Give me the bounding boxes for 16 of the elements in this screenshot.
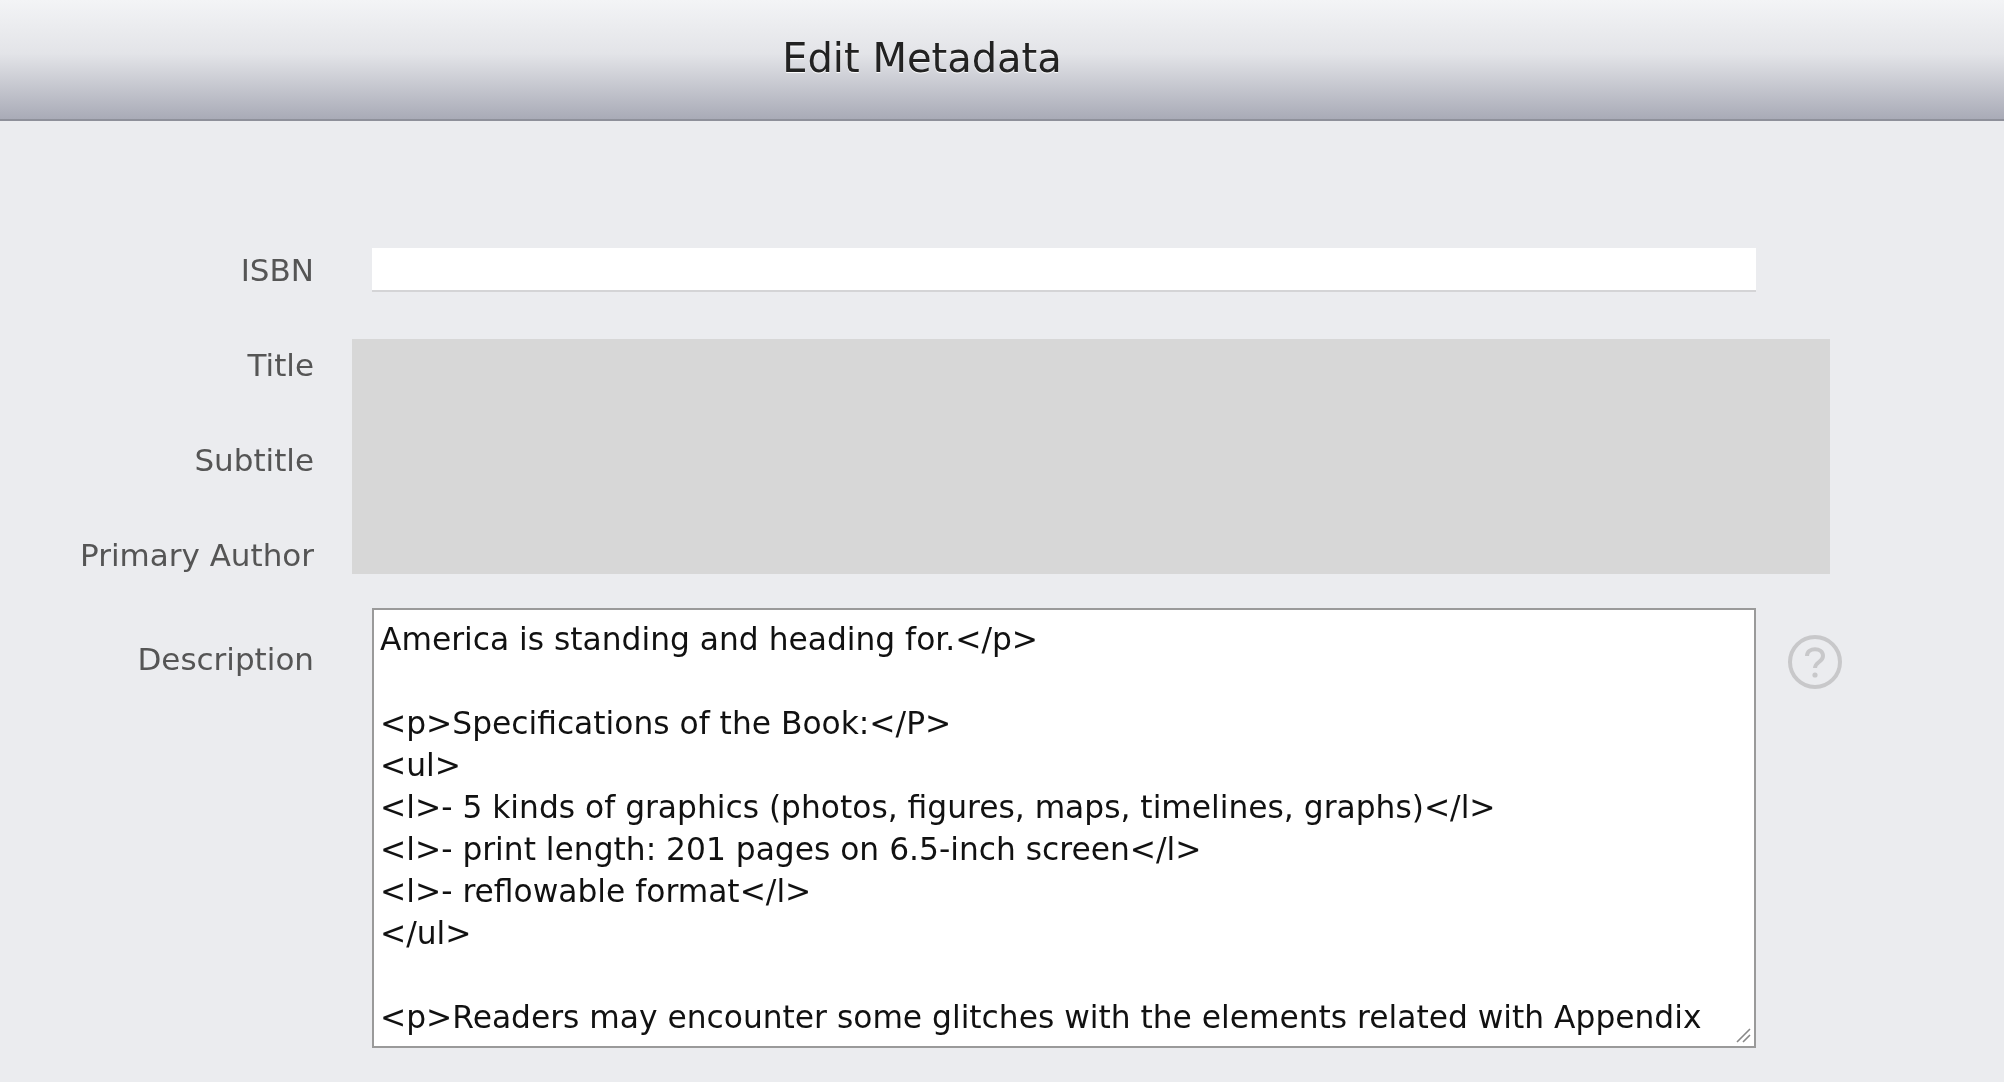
input-field[interactable]: [372, 248, 1756, 292]
text-line: <l>- 5 kinds of graphics (photos, figures, maps, timelines, graphs)</l>: [380, 788, 1496, 827]
text-line: <l>- print length: 201 pages on 6.5-inch screen</l>: [380, 830, 1202, 869]
field-label: Title: [246, 346, 314, 385]
window-title: Edit Metadata: [782, 34, 1062, 81]
text-line: <ul>: [380, 746, 461, 785]
text-line: <p>Specifications of the Book:</P>: [380, 704, 952, 743]
field-label: Subtitle: [193, 441, 314, 480]
description-field[interactable]: [372, 608, 1756, 1048]
field-label: Description: [136, 640, 314, 679]
text-line: <p>Readers may encounter some glitches with the elements related with Appendix: [380, 998, 1702, 1037]
field-label: Primary Author: [79, 536, 314, 575]
field-label: ISBN: [239, 251, 314, 290]
text-line: America is standing and heading for.</p>: [380, 620, 1039, 659]
text-line: </ul>: [380, 914, 472, 953]
text-line: <l>- reflowable format</l>: [380, 872, 812, 911]
